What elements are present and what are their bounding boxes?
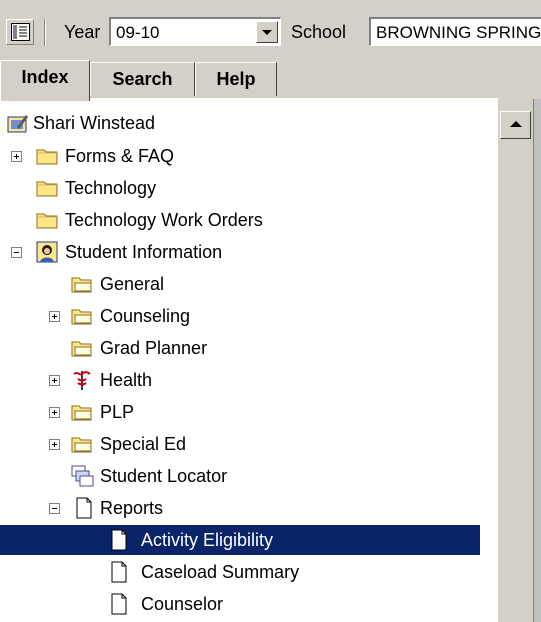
tab-index[interactable]: Index — [0, 60, 90, 101]
folder-icon — [36, 145, 58, 165]
year-value: 09-10 — [116, 23, 160, 42]
tree-node-label: Reports — [100, 498, 164, 518]
tree-node-label: Special Ed — [100, 434, 187, 454]
tree-node-label: Shari Winstead — [33, 113, 156, 133]
year-label: Year — [64, 22, 101, 42]
toolbar: Year 09-10 School BROWNING SPRINGS — [0, 0, 541, 60]
tree-node-label: Caseload Summary — [141, 562, 300, 582]
tree-node[interactable]: Shari Winstead — [0, 108, 480, 138]
open-folder-icon — [71, 433, 92, 453]
tree-node-label: Grad Planner — [100, 338, 208, 358]
tree-node-label: Technology Work Orders — [65, 210, 263, 230]
tab-index-label: Index — [21, 67, 69, 87]
toggle-panel-button[interactable] — [6, 19, 34, 45]
tree-node[interactable]: Caseload Summary — [0, 557, 480, 587]
tree-node-label: PLP — [100, 402, 135, 422]
expand-icon[interactable] — [49, 407, 60, 418]
tree-node[interactable]: PLP — [0, 397, 480, 427]
tree-node[interactable]: Reports — [0, 493, 480, 523]
document-icon — [75, 497, 95, 519]
expand-icon[interactable] — [11, 151, 22, 162]
tree-node-label: Activity Eligibility — [141, 530, 274, 550]
tree-node[interactable]: Student Locator — [0, 461, 480, 491]
tab-search[interactable]: Search — [90, 62, 195, 96]
document-icon — [110, 561, 130, 583]
expand-icon[interactable] — [49, 375, 60, 386]
open-folder-icon — [71, 401, 92, 421]
expand-icon[interactable] — [49, 311, 60, 322]
tree-node[interactable]: Health — [0, 365, 480, 395]
tree-node[interactable]: Forms & FAQ — [0, 141, 480, 171]
tree-node-label: Student Locator — [100, 466, 228, 486]
document-icon — [110, 593, 130, 615]
tree-node[interactable]: Special Ed — [0, 429, 480, 459]
tree-node-label: General — [100, 274, 165, 294]
school-value: BROWNING SPRINGS — [376, 23, 541, 42]
user-card-icon — [7, 112, 28, 133]
locator-icon — [71, 465, 94, 487]
tree-node-label: Student Information — [65, 242, 223, 262]
scroll-track[interactable] — [500, 139, 531, 622]
tree-node[interactable]: Activity Eligibility — [0, 525, 480, 555]
tree-node[interactable]: Counselor — [0, 589, 480, 619]
vertical-scrollbar[interactable] — [498, 99, 541, 622]
frame-edge — [533, 99, 541, 622]
folder-icon — [36, 209, 58, 229]
folder-icon — [36, 177, 58, 197]
document-icon — [110, 529, 130, 551]
open-folder-icon — [71, 337, 92, 357]
collapse-icon[interactable] — [11, 247, 22, 258]
toolbar-separator — [44, 19, 46, 46]
tree-node-label: Technology — [65, 178, 157, 198]
year-select[interactable]: 09-10 — [109, 17, 281, 46]
open-folder-icon — [71, 305, 92, 325]
caduceus-icon — [71, 369, 91, 390]
student-icon — [36, 241, 58, 263]
tab-help[interactable]: Help — [195, 62, 277, 96]
tree-node-label: Counseling — [100, 306, 191, 326]
tree-panel: Shari Winstead Forms & FAQ Technology Techn… — [0, 99, 498, 622]
panel-icon — [11, 23, 30, 41]
tree-node-label: Counselor — [141, 594, 224, 614]
scroll-up-button[interactable] — [500, 111, 531, 139]
open-folder-icon — [71, 273, 92, 293]
tree-node-label: Health — [100, 370, 153, 390]
tab-help-label: Help — [216, 69, 256, 89]
tab-search-label: Search — [112, 69, 173, 89]
expand-icon[interactable] — [49, 439, 60, 450]
tree-node[interactable]: Student Information — [0, 237, 480, 267]
school-label: School — [291, 22, 347, 42]
tree-node-label: Forms & FAQ — [65, 146, 175, 166]
tab-bar: Index Search Help — [0, 60, 541, 101]
collapse-icon[interactable] — [49, 503, 60, 514]
chevron-down-icon[interactable] — [256, 21, 278, 43]
school-select[interactable]: BROWNING SPRINGS — [369, 17, 541, 46]
tree-node[interactable]: Counseling — [0, 301, 480, 331]
tree-node[interactable]: Technology — [0, 173, 480, 203]
tree-node[interactable]: Technology Work Orders — [0, 205, 480, 235]
tree-node[interactable]: General — [0, 269, 480, 299]
tree-node[interactable]: Grad Planner — [0, 333, 480, 363]
